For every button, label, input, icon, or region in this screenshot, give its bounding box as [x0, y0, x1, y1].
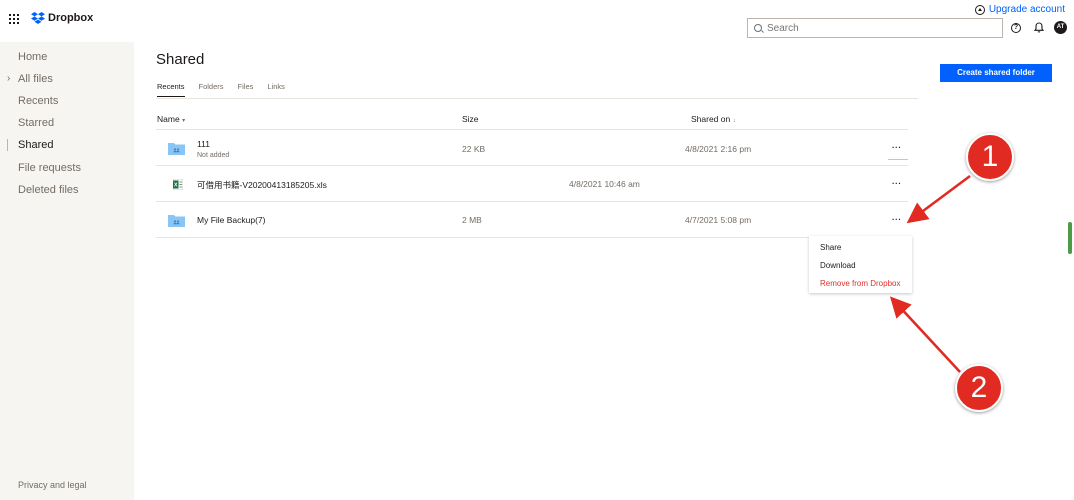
annotation-badge-1: 1	[966, 133, 1014, 181]
annotation-arrow-1	[906, 174, 971, 224]
annotation-arrow-2	[889, 296, 961, 373]
annotation-badge-2: 2	[955, 364, 1003, 412]
annotation-arrows	[889, 174, 971, 373]
